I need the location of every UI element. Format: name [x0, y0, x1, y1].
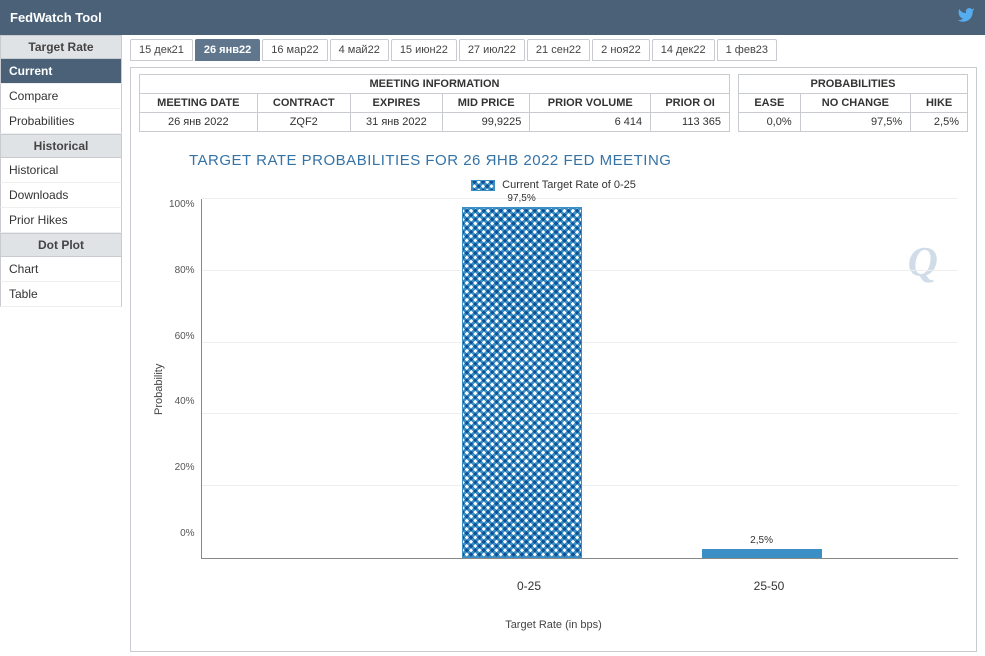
table-header: PRIOR VOLUME: [530, 94, 651, 113]
legend-text: Current Target Rate of 0-25: [502, 179, 636, 191]
chart-area: TARGET RATE PROBABILITIES FOR 26 ЯНВ 202…: [139, 142, 968, 641]
sidebar: Target RateCurrentCompareProbabilitiesHi…: [0, 35, 122, 656]
bar-rect: [702, 549, 822, 558]
table-cell: 99,9225: [442, 113, 529, 132]
table-header: HIKE: [911, 94, 968, 113]
table-cell: 26 янв 2022: [140, 113, 258, 132]
date-tab[interactable]: 21 сен22: [527, 39, 590, 61]
date-tab[interactable]: 15 июн22: [391, 39, 457, 61]
meeting-info-table: MEETING INFORMATION MEETING DATECONTRACT…: [139, 74, 730, 132]
table-header: CONTRACT: [257, 94, 350, 113]
chart-bar: 97,5%: [462, 207, 582, 558]
table-header: NO CHANGE: [800, 94, 911, 113]
x-tick: 25-50: [709, 579, 829, 593]
sidebar-section-header: Historical: [0, 134, 122, 158]
date-tab[interactable]: 1 фев23: [717, 39, 777, 61]
chart-plot: Q 97,5% 2,5%: [201, 199, 958, 559]
date-tabs: 15 дек2126 янв2216 мар224 май2215 июн222…: [130, 39, 977, 61]
meeting-info-title: MEETING INFORMATION: [140, 75, 730, 94]
table-cell: 2,5%: [911, 113, 968, 132]
y-tick: 100%: [169, 199, 195, 210]
chart-bar: 2,5%: [702, 549, 822, 558]
table-cell: ZQF2: [257, 113, 350, 132]
y-tick: 80%: [175, 265, 195, 276]
date-tab[interactable]: 4 май22: [330, 39, 389, 61]
app-header: FedWatch Tool: [0, 0, 985, 35]
date-tab[interactable]: 16 мар22: [262, 39, 327, 61]
sidebar-section-header: Dot Plot: [0, 233, 122, 257]
x-axis-label: Target Rate (in bps): [149, 619, 958, 631]
sidebar-item[interactable]: Current: [0, 59, 122, 84]
watermark: Q: [908, 239, 938, 287]
date-tab[interactable]: 15 дек21: [130, 39, 193, 61]
date-tab[interactable]: 27 июл22: [459, 39, 525, 61]
bar-value-label: 97,5%: [462, 193, 582, 204]
y-tick: 60%: [175, 331, 195, 342]
table-cell: 113 365: [651, 113, 730, 132]
probabilities-table: PROBABILITIES EASENO CHANGEHIKE 0,0%97,5…: [738, 74, 968, 132]
date-tab[interactable]: 2 ноя22: [592, 39, 650, 61]
app-title: FedWatch Tool: [10, 10, 102, 25]
table-cell: 6 414: [530, 113, 651, 132]
sidebar-item[interactable]: Table: [0, 282, 122, 307]
y-axis-label: Probability: [149, 199, 169, 579]
sidebar-item[interactable]: Probabilities: [0, 109, 122, 134]
table-header: PRIOR OI: [651, 94, 730, 113]
bar-value-label: 2,5%: [702, 535, 822, 546]
twitter-icon[interactable]: [957, 6, 975, 29]
table-header: MEETING DATE: [140, 94, 258, 113]
bar-rect: [462, 207, 582, 558]
table-cell: 0,0%: [739, 113, 801, 132]
y-tick: 20%: [175, 462, 195, 473]
chart-title: TARGET RATE PROBABILITIES FOR 26 ЯНВ 202…: [149, 152, 958, 169]
sidebar-section-header: Target Rate: [0, 35, 122, 59]
table-header: MID PRICE: [442, 94, 529, 113]
content-box: MEETING INFORMATION MEETING DATECONTRACT…: [130, 67, 977, 652]
probabilities-title: PROBABILITIES: [739, 75, 968, 94]
sidebar-item[interactable]: Compare: [0, 84, 122, 109]
date-tab[interactable]: 26 янв22: [195, 39, 260, 61]
y-tick: 40%: [175, 396, 195, 407]
x-tick: 0-25: [469, 579, 589, 593]
table-header: EASE: [739, 94, 801, 113]
sidebar-item[interactable]: Historical: [0, 158, 122, 183]
sidebar-item[interactable]: Downloads: [0, 183, 122, 208]
date-tab[interactable]: 14 дек22: [652, 39, 715, 61]
sidebar-item[interactable]: Prior Hikes: [0, 208, 122, 233]
table-cell: 97,5%: [800, 113, 911, 132]
y-axis-ticks: 100% 80% 60% 40% 20% 0%: [169, 199, 201, 559]
legend-swatch-icon: [471, 180, 495, 191]
x-axis-ticks: 0-25 25-50: [209, 579, 958, 597]
table-cell: 31 янв 2022: [350, 113, 442, 132]
table-header: EXPIRES: [350, 94, 442, 113]
sidebar-item[interactable]: Chart: [0, 257, 122, 282]
y-tick: 0%: [180, 528, 194, 539]
chart-legend: Current Target Rate of 0-25: [149, 179, 958, 191]
main-content: 15 дек2126 янв2216 мар224 май2215 июн222…: [122, 35, 985, 656]
